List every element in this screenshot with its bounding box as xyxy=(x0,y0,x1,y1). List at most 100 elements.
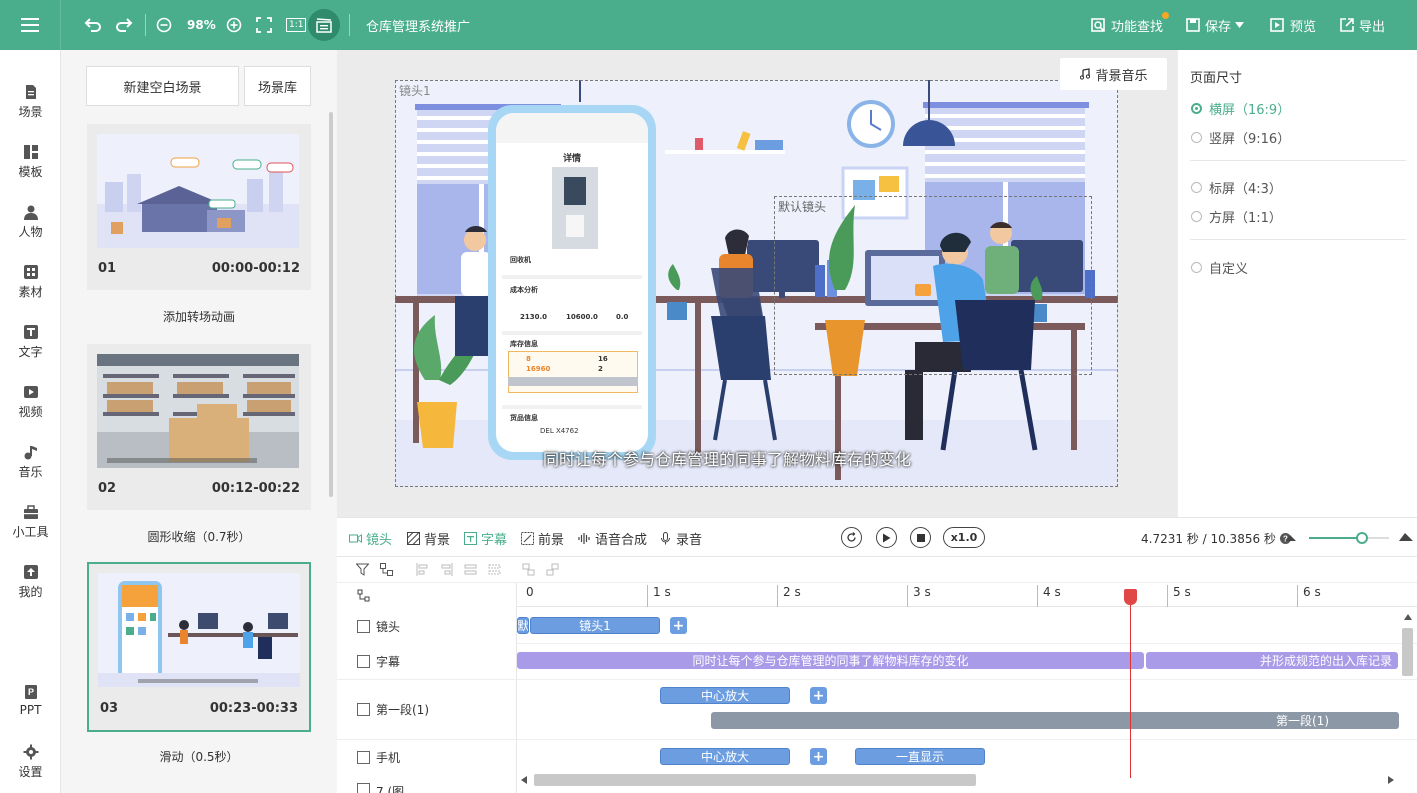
nav-mine[interactable]: 我的 xyxy=(0,560,61,610)
background-music-button[interactable]: 背景音乐 xyxy=(1060,58,1167,90)
clip-zoom-in-phone[interactable]: 中心放大 xyxy=(660,748,790,765)
tab-subtitle[interactable]: 字幕 xyxy=(464,518,507,558)
track-label-text: 镜头 xyxy=(376,620,401,634)
play-box-icon xyxy=(357,703,370,716)
clip-subtitle-1[interactable]: 同时让每个参与仓库管理的同事了解物料库存的变化 xyxy=(517,652,1144,669)
clip-subtitle-2[interactable]: 并形成规范的出入库记录 xyxy=(1146,652,1398,669)
svg-text:P: P xyxy=(27,687,33,697)
export-button[interactable]: 导出 xyxy=(1340,0,1385,50)
stage-subtitle[interactable]: 同时让每个参与仓库管理的同事了解物料库存的变化 xyxy=(543,446,911,470)
scroll-right-icon[interactable] xyxy=(1388,776,1394,784)
radio-standard[interactable]: 标屏（4:3） xyxy=(1191,178,1282,197)
scene-scrollbar[interactable] xyxy=(329,112,333,497)
scene-card-selected[interactable]: 03 00:23-00:33 xyxy=(87,562,311,732)
track-next[interactable]: 7 (图 xyxy=(357,783,404,793)
top-toolbar: 98% 1:1 仓库管理系统推广 功能查找 保存 预览 导出 xyxy=(0,0,1417,50)
tab-label: 字幕 xyxy=(481,532,508,548)
tab-background[interactable]: 背景 xyxy=(407,518,450,558)
divider xyxy=(337,679,517,680)
speed-button[interactable]: x1.0 xyxy=(943,527,985,548)
zoom-out-button[interactable] xyxy=(156,0,172,50)
nav-video[interactable]: 视频 xyxy=(0,380,61,430)
nav-material[interactable]: 素材 xyxy=(0,260,61,310)
track-segment[interactable]: 第一段(1) xyxy=(357,701,429,718)
camera-icon xyxy=(349,533,362,543)
clapper-button[interactable] xyxy=(308,9,340,41)
tab-record[interactable]: 录音 xyxy=(659,518,702,558)
new-blank-scene-button[interactable]: 新建空白场景 xyxy=(86,66,239,106)
nav-person[interactable]: 人物 xyxy=(0,200,61,250)
radio-dot xyxy=(1191,182,1202,193)
redo-button[interactable] xyxy=(115,0,133,50)
scroll-up-icon[interactable] xyxy=(1404,614,1412,620)
actual-size-button[interactable]: 1:1 xyxy=(286,0,307,50)
scene-library-button[interactable]: 场景库 xyxy=(244,66,311,106)
find-feature-button[interactable]: 功能查找 xyxy=(1091,0,1170,50)
clip-shot-default[interactable]: 默 xyxy=(517,617,529,634)
zoom-out-timeline-icon[interactable] xyxy=(1286,533,1296,541)
radio-landscape[interactable]: 横屏（16:9） xyxy=(1191,99,1290,118)
fullscreen-button[interactable] xyxy=(256,0,272,50)
save-button[interactable]: 保存 xyxy=(1186,0,1245,50)
scene-card[interactable]: 02 00:12-00:22 xyxy=(87,344,311,510)
preview-button[interactable]: 预览 xyxy=(1270,0,1316,50)
filter-icon[interactable] xyxy=(356,563,369,576)
nav-settings[interactable]: 设置 xyxy=(0,740,61,790)
actual-size-icon: 1:1 xyxy=(286,18,307,32)
transition-label[interactable]: 滑动（0.5秒） xyxy=(87,748,311,765)
nav-video-label: 视频 xyxy=(18,405,43,419)
clip-segment[interactable]: 第一段(1) xyxy=(711,712,1399,729)
zoom-in-timeline-icon[interactable] xyxy=(1399,531,1413,541)
stop-button[interactable] xyxy=(910,527,931,548)
add-shot-button[interactable]: + xyxy=(670,617,687,634)
time-ruler[interactable]: 0 1 s 2 s 3 s 4 s 5 s 6 s xyxy=(517,583,1417,607)
track-subtitle[interactable]: 字幕 xyxy=(357,653,400,670)
nav-toolbox[interactable]: 小工具 xyxy=(0,500,61,550)
radio-portrait[interactable]: 竖屏（9:16） xyxy=(1191,128,1290,147)
scene-card[interactable]: 01 00:00-00:12 xyxy=(87,124,311,290)
align-right-icon[interactable] xyxy=(440,563,453,576)
divider xyxy=(517,643,1417,644)
project-title[interactable]: 仓库管理系统推广 xyxy=(366,0,470,50)
tab-shot[interactable]: 镜头 xyxy=(349,518,392,558)
distribute-icon[interactable] xyxy=(464,563,477,576)
default-shot-frame[interactable] xyxy=(774,196,1092,375)
layout-icon[interactable] xyxy=(380,563,393,576)
group-icon[interactable] xyxy=(522,563,535,576)
play-button[interactable] xyxy=(876,527,897,548)
playhead-handle[interactable] xyxy=(1124,589,1137,605)
distribute-alt-icon[interactable] xyxy=(488,563,501,576)
align-left-icon[interactable] xyxy=(416,563,429,576)
radio-custom[interactable]: 自定义 xyxy=(1191,258,1248,277)
menu-button[interactable] xyxy=(0,0,61,50)
track-phone[interactable]: 手机 xyxy=(357,749,400,766)
nav-text[interactable]: 文字 xyxy=(0,320,61,370)
tab-tts[interactable]: 语音合成 xyxy=(578,518,647,558)
radio-square[interactable]: 方屏（1:1） xyxy=(1191,207,1282,226)
transition-add[interactable]: 添加转场动画 xyxy=(87,308,311,325)
add-animation-button[interactable]: + xyxy=(810,748,827,765)
track-shot[interactable]: 镜头 xyxy=(357,618,400,635)
slider-thumb[interactable] xyxy=(1356,532,1368,544)
horizontal-scrollbar[interactable] xyxy=(534,774,976,786)
zoom-in-button[interactable] xyxy=(226,0,242,50)
clip-shot1[interactable]: 镜头1 xyxy=(530,617,660,634)
rewind-button[interactable] xyxy=(841,527,862,548)
track-label-text: 手机 xyxy=(376,751,401,765)
timeline-zoom-slider[interactable] xyxy=(1309,532,1389,544)
nav-music[interactable]: 音乐 xyxy=(0,440,61,490)
transition-label[interactable]: 圆形收缩（0.7秒） xyxy=(87,528,311,545)
tab-foreground[interactable]: 前景 xyxy=(521,518,564,558)
nav-scene[interactable]: 场景 xyxy=(0,80,61,130)
nav-template[interactable]: 模板 xyxy=(0,140,61,190)
undo-button[interactable] xyxy=(84,0,102,50)
ungroup-icon[interactable] xyxy=(546,563,559,576)
add-animation-button[interactable]: + xyxy=(810,687,827,704)
clip-always-show[interactable]: 一直显示 xyxy=(855,748,985,765)
nav-ppt[interactable]: P PPT xyxy=(0,680,61,730)
scroll-left-icon[interactable] xyxy=(521,776,527,784)
vertical-scrollbar[interactable] xyxy=(1402,628,1413,676)
clip-zoom-in[interactable]: 中心放大 xyxy=(660,687,790,704)
tree-icon[interactable] xyxy=(357,589,370,602)
microphone-icon xyxy=(661,531,670,544)
